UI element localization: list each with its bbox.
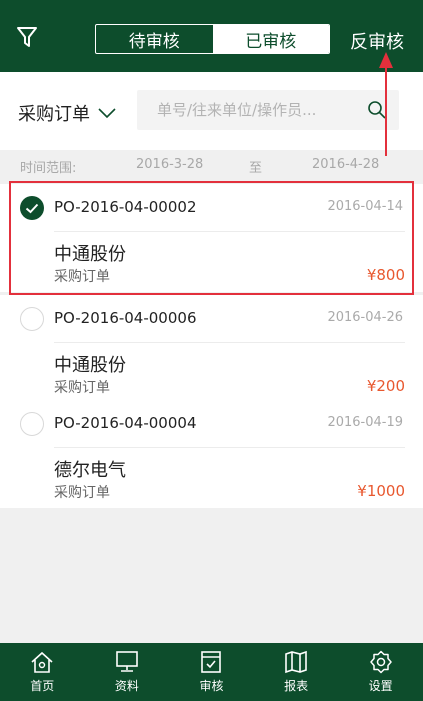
map-book-icon xyxy=(285,650,307,674)
order-company: 德尔电气 xyxy=(54,460,126,481)
order-company: 中通股份 xyxy=(54,244,126,265)
search-input[interactable] xyxy=(155,100,359,120)
audit-icon xyxy=(201,651,222,673)
tab-audited[interactable]: 已审核 xyxy=(212,25,329,53)
order-date: 2016-04-14 xyxy=(327,199,403,214)
order-code: PO-2016-04-00004 xyxy=(54,414,197,432)
order-type: 采购订单 xyxy=(54,269,110,285)
home-icon xyxy=(31,651,53,673)
tab-audit[interactable]: 审核 xyxy=(169,643,254,701)
divider xyxy=(54,342,405,343)
divider xyxy=(54,231,405,232)
order-code: PO-2016-04-00002 xyxy=(54,198,197,216)
tab-label: 设置 xyxy=(368,679,393,693)
tab-pending[interactable]: 待审核 xyxy=(96,25,213,53)
tab-label: 资料 xyxy=(114,679,139,693)
order-company: 中通股份 xyxy=(54,355,126,376)
annotation-arrow-icon xyxy=(379,52,393,156)
checked-circle-icon[interactable] xyxy=(20,196,44,220)
date-end[interactable]: 2016-4-28 xyxy=(312,157,379,172)
tab-data[interactable]: 资料 xyxy=(85,643,170,701)
order-type: 采购订单 xyxy=(54,380,110,396)
date-range-row: 时间范围: 2016-3-28 至 2016-4-28 xyxy=(0,150,423,178)
order-code: PO-2016-04-00006 xyxy=(54,309,197,327)
order-amount: ¥200 xyxy=(366,377,405,395)
search-box xyxy=(137,90,399,130)
chevron-down-icon xyxy=(98,108,116,119)
tab-home[interactable]: 首页 xyxy=(0,643,85,701)
order-amount: ¥800 xyxy=(366,266,405,284)
audit-status-tabs: 待审核 已审核 xyxy=(95,24,330,54)
order-type-label: 采购订单 xyxy=(18,104,90,125)
unchecked-circle-icon[interactable] xyxy=(20,412,44,436)
order-card[interactable]: PO-2016-04-00004 2016-04-19 德尔电气 采购订单 ¥1… xyxy=(0,400,423,508)
order-card[interactable]: PO-2016-04-00002 2016-04-14 中通股份 采购订单 ¥8… xyxy=(0,184,423,292)
order-amount: ¥1000 xyxy=(357,482,405,500)
tab-reports[interactable]: 报表 xyxy=(254,643,339,701)
top-header: 待审核 已审核 反审核 xyxy=(0,0,423,72)
order-type-dropdown[interactable]: 采购订单 xyxy=(18,100,116,126)
tab-label: 报表 xyxy=(284,679,309,693)
date-separator: 至 xyxy=(249,161,263,176)
gear-icon xyxy=(369,650,392,674)
order-type: 采购订单 xyxy=(54,485,110,501)
filter-icon[interactable] xyxy=(16,26,38,48)
bottom-tabbar: 首页 资料 审核 报表 设置 xyxy=(0,643,423,701)
date-range-label: 时间范围: xyxy=(20,161,77,176)
search-bar: 采购订单 xyxy=(0,72,423,150)
order-date: 2016-04-19 xyxy=(327,415,403,430)
monitor-icon xyxy=(116,651,138,672)
tab-label: 审核 xyxy=(199,679,224,693)
tab-label: 首页 xyxy=(30,679,55,693)
divider xyxy=(54,447,405,448)
tab-settings[interactable]: 设置 xyxy=(338,643,423,701)
date-start[interactable]: 2016-3-28 xyxy=(136,157,203,172)
order-date: 2016-04-26 xyxy=(327,310,403,325)
order-card[interactable]: PO-2016-04-00006 2016-04-26 中通股份 采购订单 ¥2… xyxy=(0,295,423,403)
unchecked-circle-icon[interactable] xyxy=(20,307,44,331)
